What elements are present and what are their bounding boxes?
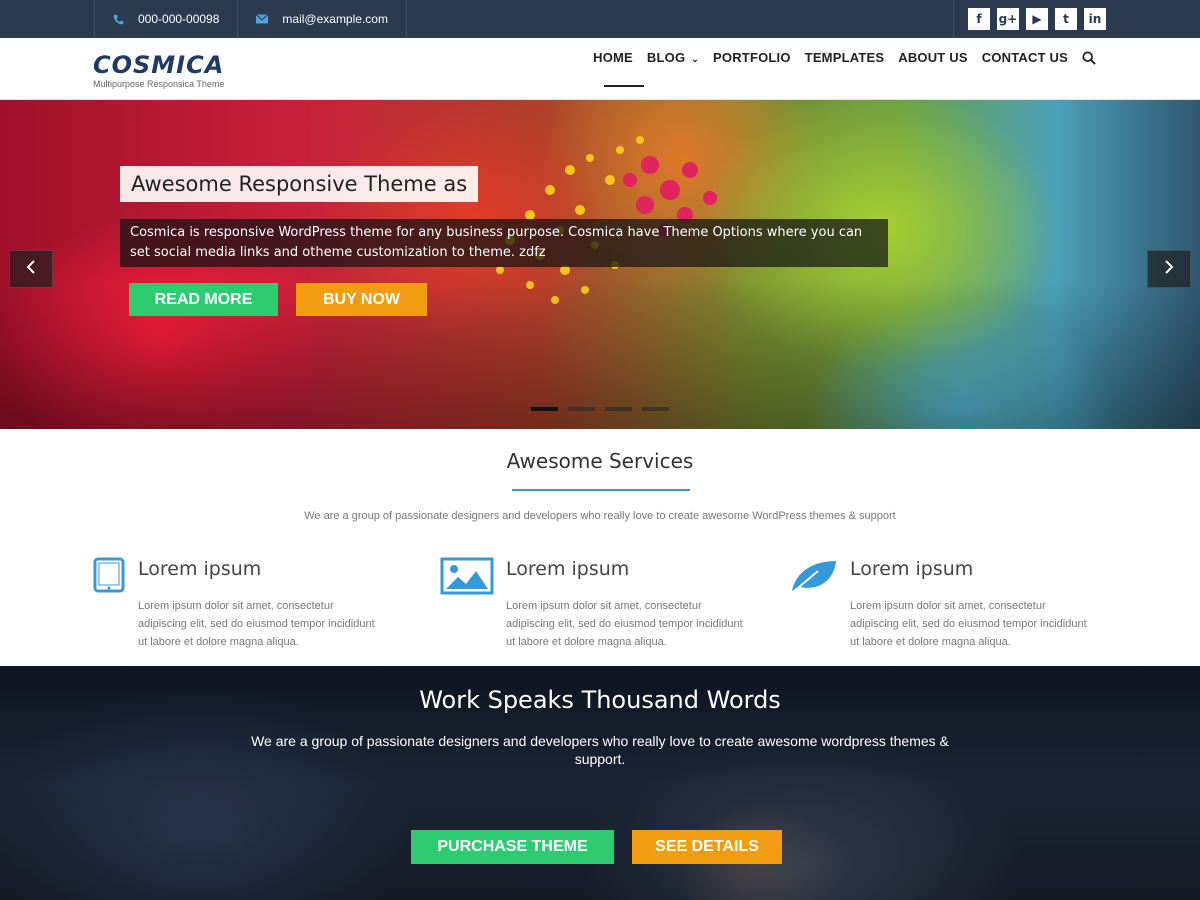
email-address: mail@example.com	[282, 12, 388, 26]
nav-blog-label: BLOG	[646, 50, 686, 65]
service-text: Lorem ipsum dolor sit amet, consectetur …	[506, 600, 743, 648]
slider-next-button[interactable]	[1147, 250, 1191, 288]
services-title: Awesome Services	[506, 449, 694, 473]
main-nav: HOME BLOG ⌄ PORTFOLIO TEMPLATES ABOUT US …	[593, 50, 1068, 65]
hero-headline: Awesome Responsive Theme as	[120, 166, 479, 202]
see-details-button[interactable]: SEE DETAILS	[632, 830, 782, 864]
youtube-icon[interactable]: ▶	[1026, 8, 1048, 30]
purchase-theme-button[interactable]: PURCHASE THEME	[411, 830, 614, 864]
nav-templates[interactable]: TEMPLATES	[805, 50, 885, 65]
twitter-icon[interactable]: t	[1055, 8, 1077, 30]
email-item[interactable]: mail@example.com	[238, 0, 407, 38]
nav-about-us[interactable]: ABOUT US	[898, 50, 968, 65]
work-section: Work Speaks Thousand Words We are a grou…	[0, 666, 1200, 900]
slider-dot[interactable]	[642, 407, 669, 411]
facebook-icon[interactable]: f	[968, 8, 990, 30]
slider-dot[interactable]	[531, 407, 558, 411]
site-logo[interactable]: COSMICA	[93, 51, 224, 79]
image-icon	[440, 557, 494, 600]
linkedin-icon[interactable]: in	[1084, 8, 1106, 30]
leaf-icon	[788, 557, 840, 600]
google-plus-icon[interactable]: g+	[997, 8, 1019, 30]
phone-icon	[113, 14, 124, 25]
nav-home[interactable]: HOME	[593, 50, 633, 65]
work-subtitle: We are a group of passionate designers a…	[251, 733, 949, 767]
top-bar: 000-000-00098 mail@example.com f g+ ▶ t …	[0, 0, 1200, 38]
service-text: Lorem ipsum dolor sit amet, consectetur …	[138, 600, 375, 648]
services-divider	[512, 489, 690, 491]
site-header: COSMICA Multipurpose Responsica Theme HO…	[0, 38, 1200, 100]
service-title: Lorem ipsum	[138, 558, 262, 580]
services-subtitle: We are a group of passionate designers a…	[304, 510, 896, 522]
slider-dot[interactable]	[568, 407, 595, 411]
nav-active-indicator	[604, 85, 644, 87]
service-text: Lorem ipsum dolor sit amet, consectetur …	[850, 600, 1087, 648]
slider-prev-button[interactable]	[9, 250, 53, 288]
contact-info: 000-000-00098 mail@example.com	[94, 0, 407, 38]
chevron-right-icon	[1164, 259, 1174, 279]
envelope-icon	[256, 14, 269, 24]
tablet-icon	[93, 557, 125, 598]
nav-contact-us[interactable]: CONTACT US	[982, 50, 1068, 65]
social-links: f g+ ▶ t in	[953, 0, 1106, 38]
site-tagline: Multipurpose Responsica Theme	[93, 79, 225, 89]
chevron-left-icon	[26, 259, 36, 279]
hero-slider: Awesome Responsive Theme as Cosmica is r…	[0, 100, 1200, 429]
phone-item[interactable]: 000-000-00098	[95, 0, 239, 38]
nav-blog[interactable]: BLOG ⌄	[647, 50, 699, 65]
work-title: Work Speaks Thousand Words	[419, 686, 781, 714]
slider-pagination	[531, 407, 669, 411]
slider-dot[interactable]	[605, 407, 632, 411]
read-more-button[interactable]: READ MORE	[129, 283, 278, 316]
chevron-down-icon: ⌄	[691, 54, 700, 64]
phone-number: 000-000-00098	[138, 12, 220, 26]
nav-portfolio[interactable]: PORTFOLIO	[713, 50, 791, 65]
hero-description: Cosmica is responsive WordPress theme fo…	[120, 219, 888, 267]
service-title: Lorem ipsum	[506, 558, 630, 580]
buy-now-button[interactable]: BUY NOW	[296, 283, 427, 316]
service-title: Lorem ipsum	[850, 558, 974, 580]
search-icon[interactable]	[1082, 51, 1096, 70]
